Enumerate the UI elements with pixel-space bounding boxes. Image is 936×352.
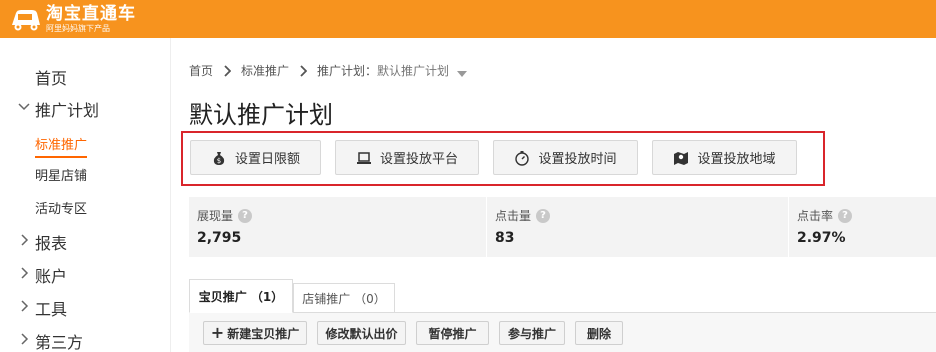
button-label: 删除 <box>586 326 611 341</box>
sidebar-subitem-label: 标准推广 <box>35 138 88 153</box>
set-region-button[interactable]: 设置投放地域 <box>652 140 797 175</box>
button-label: 暂停推广 <box>428 326 477 341</box>
chevron-right-icon <box>18 263 30 283</box>
breadcrumb: 首页 标准推广 推广计划： 默认推广计划 <box>189 62 468 79</box>
sidebar-divider <box>170 38 171 352</box>
sidebar-subitem-label: 活动专区 <box>35 202 88 217</box>
tab-label: 店铺推广 （0） <box>302 291 386 306</box>
sidebar-item-label: 账户 <box>35 267 68 286</box>
stat-label: 展现量 <box>197 209 234 223</box>
stat-ctr: 点击率 ? 2.97% <box>789 197 936 257</box>
new-item-promotion-button[interactable]: + 新建宝贝推广 <box>203 321 307 345</box>
button-label: 设置投放地域 <box>697 152 776 167</box>
sidebar-subitem-star-shop[interactable]: 明星店铺 <box>35 165 87 184</box>
button-label: 参与推广 <box>507 326 556 341</box>
active-underline <box>35 156 88 158</box>
logo-title: 淘宝直通车 <box>46 3 136 24</box>
stopwatch-icon <box>514 150 530 166</box>
laptop-icon <box>356 150 372 166</box>
sidebar: 首页 推广计划 标准推广 明星店铺 活动专区 报表 账户 工具 第三方 <box>0 38 170 352</box>
set-time-button[interactable]: 设置投放时间 <box>493 140 638 175</box>
sidebar-item-label: 报表 <box>35 234 68 253</box>
map-pin-icon <box>673 150 689 166</box>
tab-shop-promotion[interactable]: 店铺推广 （0） <box>293 283 395 313</box>
breadcrumb-home[interactable]: 首页 <box>189 62 213 79</box>
tab-label: 宝贝推广 （1） <box>198 289 284 304</box>
stat-value: 2.97% <box>797 230 846 246</box>
page-title: 默认推广计划 <box>189 101 333 129</box>
top-header-bar: 淘宝直通车 阿里妈妈旗下产品 <box>0 0 936 38</box>
stat-value: 83 <box>495 230 515 246</box>
chevron-down-icon <box>18 97 30 117</box>
delete-button[interactable]: 删除 <box>575 321 623 345</box>
car-logo-icon <box>8 5 42 33</box>
sidebar-item-label: 工具 <box>35 300 68 319</box>
stat-label: 点击率 <box>797 209 834 223</box>
breadcrumb-plan-name[interactable]: 默认推广计划 <box>377 62 449 79</box>
stat-impressions: 展现量 ? 2,795 <box>189 197 486 257</box>
sidebar-subitem-standard[interactable]: 标准推广 <box>35 134 88 158</box>
tab-item-promotion[interactable]: 宝贝推广 （1） <box>189 279 293 313</box>
chevron-right-icon <box>299 64 308 77</box>
stat-clicks: 点击量 ? 83 <box>487 197 788 257</box>
chevron-right-icon <box>18 230 30 250</box>
svg-text:$: $ <box>217 157 221 165</box>
plus-icon: + <box>210 323 225 342</box>
stat-label: 点击量 <box>495 209 532 223</box>
stat-value: 2,795 <box>197 230 242 246</box>
join-promotion-button[interactable]: 参与推广 <box>499 321 565 345</box>
help-icon[interactable]: ? <box>838 208 853 223</box>
breadcrumb-plan-prefix: 推广计划： <box>317 64 378 78</box>
chevron-right-icon <box>18 296 30 316</box>
button-label: 设置投放平台 <box>379 152 458 167</box>
logo-subtitle: 阿里妈妈旗下产品 <box>46 23 110 33</box>
breadcrumb-standard[interactable]: 标准推广 <box>241 62 289 79</box>
button-label: 设置投放时间 <box>538 152 617 167</box>
caret-down-icon[interactable] <box>457 67 468 77</box>
button-label: 新建宝贝推广 <box>227 326 300 341</box>
chevron-right-icon <box>18 329 30 349</box>
logo[interactable]: 淘宝直通车 阿里妈妈旗下产品 <box>8 3 136 35</box>
sidebar-subitem-events[interactable]: 活动专区 <box>35 198 87 217</box>
set-daily-limit-button[interactable]: $ 设置日限额 <box>190 140 321 175</box>
modify-default-bid-button[interactable]: 修改默认出价 <box>317 321 406 345</box>
chevron-right-icon <box>223 64 232 77</box>
money-bag-icon: $ <box>211 150 227 166</box>
help-icon[interactable]: ? <box>536 208 551 223</box>
pause-promotion-button[interactable]: 暂停推广 <box>416 321 489 345</box>
help-icon[interactable]: ? <box>238 208 253 223</box>
button-label: 设置日限额 <box>234 152 300 167</box>
sidebar-item-label: 第三方 <box>35 333 84 352</box>
sidebar-item-label: 首页 <box>35 69 68 88</box>
button-label: 修改默认出价 <box>325 326 398 341</box>
sidebar-subitem-label: 明星店铺 <box>35 169 88 184</box>
sidebar-item-label: 推广计划 <box>35 101 100 120</box>
set-platform-button[interactable]: 设置投放平台 <box>335 140 479 175</box>
